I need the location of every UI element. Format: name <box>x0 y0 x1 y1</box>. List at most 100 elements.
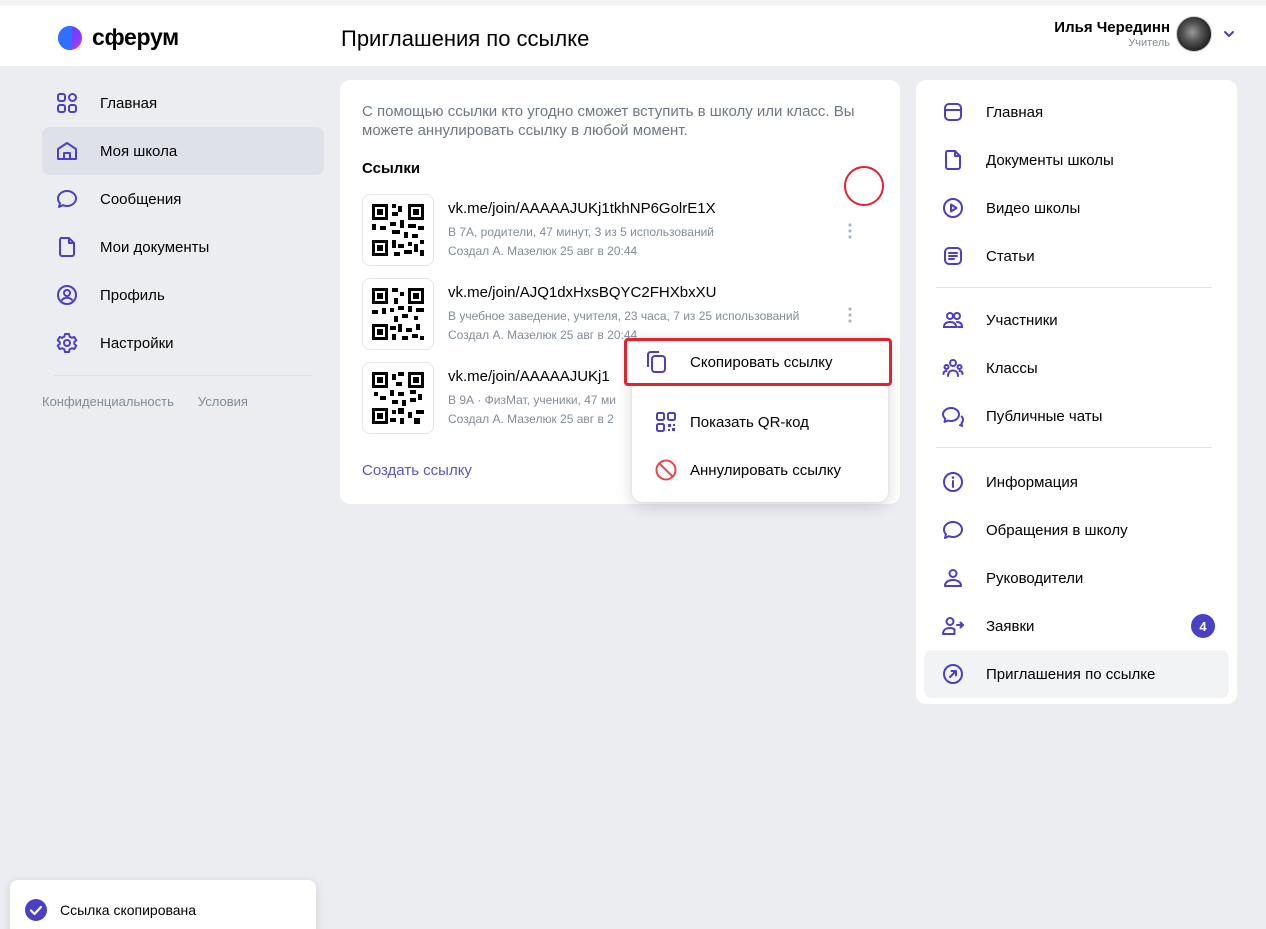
qr-code-icon[interactable] <box>362 278 434 350</box>
sidebar-item-label: Профиль <box>100 286 165 304</box>
user-role: Учитель <box>1128 37 1170 49</box>
avatar[interactable] <box>1176 16 1212 52</box>
user-menu[interactable]: Илья Черединн Учитель <box>1054 16 1236 52</box>
sidebar-item-my-school[interactable]: Моя школа <box>42 127 324 175</box>
terms-link[interactable]: Условия <box>198 394 248 409</box>
school-menu-item-classes[interactable]: Классы <box>924 344 1229 392</box>
chats-icon <box>942 407 964 427</box>
qr-code-icon[interactable] <box>362 362 434 434</box>
menu-item-label: Видео школы <box>986 199 1081 217</box>
copy-link-label: Скопировать ссылку <box>690 353 833 371</box>
school-menu-item-invite-links[interactable]: Приглашения по ссылке <box>924 650 1229 698</box>
users-icon <box>942 312 964 328</box>
link-context-menu: Скопировать ссылку Показать QR-код Аннул… <box>624 338 892 502</box>
group-icon <box>942 359 964 377</box>
school-menu-item-articles[interactable]: Статьи <box>924 232 1229 280</box>
school-menu-item-applications[interactable]: Заявки 4 <box>924 602 1229 650</box>
menu-item-label: Документы школы <box>986 151 1114 169</box>
show-qr-menu-item[interactable]: Показать QR-код <box>632 398 888 446</box>
menu-item-label: Классы <box>986 359 1038 377</box>
menu-item-label: Статьи <box>986 247 1035 265</box>
qr-code-icon <box>656 412 676 432</box>
sidebar-item-label: Главная <box>100 94 158 112</box>
user-icon <box>944 569 962 587</box>
message-icon <box>943 521 963 539</box>
invite-link-creator: Создал А. Мазелюк 25 авг в 20:44 <box>448 244 638 258</box>
menu-item-label: Главная <box>986 103 1044 121</box>
gear-icon <box>56 333 78 353</box>
applications-count-badge: 4 <box>1191 614 1215 638</box>
more-vertical-icon[interactable] <box>840 304 860 326</box>
invite-link-url[interactable]: vk.me/join/AAAAAJUKj1 <box>448 368 610 385</box>
left-sidebar: Главная Моя школа Сообщения Мои документ… <box>42 79 324 409</box>
menu-divider <box>936 287 1212 288</box>
invite-link-creator: Создал А. Мазелюк 25 авг в 20:44 <box>448 328 638 342</box>
school-icon <box>57 142 77 160</box>
sidebar-item-label: Моя школа <box>100 142 178 160</box>
menu-divider <box>936 447 1212 448</box>
invite-description: С помощью ссылки кто угодно сможет вступ… <box>362 103 855 139</box>
info-icon <box>943 472 963 492</box>
invite-link-url[interactable]: vk.me/join/AJQ1dxHxsBQYC2FHXbxXU <box>448 284 716 301</box>
article-icon <box>944 247 962 265</box>
grid-icon <box>57 93 77 113</box>
more-vertical-icon[interactable] <box>840 220 860 242</box>
document-icon <box>945 150 961 170</box>
logo-icon <box>58 25 82 50</box>
qr-code-icon[interactable] <box>362 194 434 266</box>
links-section-title: Ссылки <box>362 160 421 177</box>
home-square-icon <box>944 103 962 121</box>
sidebar-divider <box>54 375 312 376</box>
invite-link-details: В 9А · ФизМат, ученики, 47 ми <box>448 393 616 407</box>
logo-text: сферум <box>92 24 179 50</box>
play-icon <box>943 198 963 218</box>
menu-item-label: Участники <box>986 311 1058 329</box>
sidebar-item-label: Сообщения <box>100 190 182 208</box>
revoke-link-menu-item[interactable]: Аннулировать ссылку <box>632 446 888 494</box>
page-title: Приглашения по ссылке <box>341 26 590 51</box>
logo[interactable]: сферум <box>58 24 179 51</box>
create-link-button[interactable]: Создать ссылку <box>362 462 472 479</box>
sidebar-item-label: Настройки <box>100 334 174 352</box>
user-name: Илья Черединн <box>1054 19 1170 36</box>
school-menu-item-public-chats[interactable]: Публичные чаты <box>924 392 1229 440</box>
profile-icon <box>57 285 77 305</box>
school-menu-item-leaders[interactable]: Руководители <box>924 554 1229 602</box>
school-menu-item-documents[interactable]: Документы школы <box>924 136 1229 184</box>
user-arrow-icon <box>942 617 964 635</box>
school-menu-item-home[interactable]: Главная <box>924 88 1229 136</box>
sidebar-item-home[interactable]: Главная <box>42 79 324 127</box>
copy-link-menu-item[interactable]: Скопировать ссылку <box>624 338 892 386</box>
invite-link-creator: Создал А. Мазелюк 25 авг в 2 <box>448 412 614 426</box>
menu-item-label: Информация <box>986 473 1078 491</box>
show-qr-label: Показать QR-код <box>690 413 809 431</box>
document-icon <box>59 237 75 257</box>
copied-toast: Ссылка скопирована <box>10 880 316 929</box>
menu-item-label: Заявки <box>986 617 1035 635</box>
sidebar-item-label: Мои документы <box>100 238 210 256</box>
link-arrow-icon <box>943 664 963 684</box>
sidebar-item-settings[interactable]: Настройки <box>42 319 324 367</box>
school-menu-item-info[interactable]: Информация <box>924 458 1229 506</box>
invite-link-details: В учебное заведение, учителя, 23 часа, 7… <box>448 309 800 323</box>
sidebar-item-messages[interactable]: Сообщения <box>42 175 324 223</box>
menu-item-label: Приглашения по ссылке <box>986 665 1156 683</box>
school-menu-item-members[interactable]: Участники <box>924 296 1229 344</box>
privacy-link[interactable]: Конфиденциальность <box>42 394 174 409</box>
school-menu-item-video[interactable]: Видео школы <box>924 184 1229 232</box>
sidebar-item-my-documents[interactable]: Мои документы <box>42 223 324 271</box>
check-circle-icon <box>25 899 47 921</box>
message-icon <box>57 190 77 208</box>
invite-link-url[interactable]: vk.me/join/AAAAAJUKj1tkhNP6GolrE1X <box>448 200 716 217</box>
user-info: Илья Черединн Учитель <box>1054 19 1170 49</box>
menu-item-label: Руководители <box>986 569 1084 587</box>
menu-item-label: Публичные чаты <box>986 407 1103 425</box>
invite-link-row[interactable]: vk.me/join/AAAAAJUKj1tkhNP6GolrE1X В 7А,… <box>362 194 882 266</box>
chevron-down-icon[interactable] <box>1222 27 1236 41</box>
school-menu-card: Главная Документы школы Видео школы Стат… <box>916 80 1237 704</box>
school-menu-item-requests-to-school[interactable]: Обращения в школу <box>924 506 1229 554</box>
revoke-link-label: Аннулировать ссылку <box>690 461 841 479</box>
sidebar-item-profile[interactable]: Профиль <box>42 271 324 319</box>
invite-link-details: В 7А, родители, 47 минут, 3 из 5 использ… <box>448 225 714 239</box>
active-more-button-highlight <box>844 166 884 206</box>
